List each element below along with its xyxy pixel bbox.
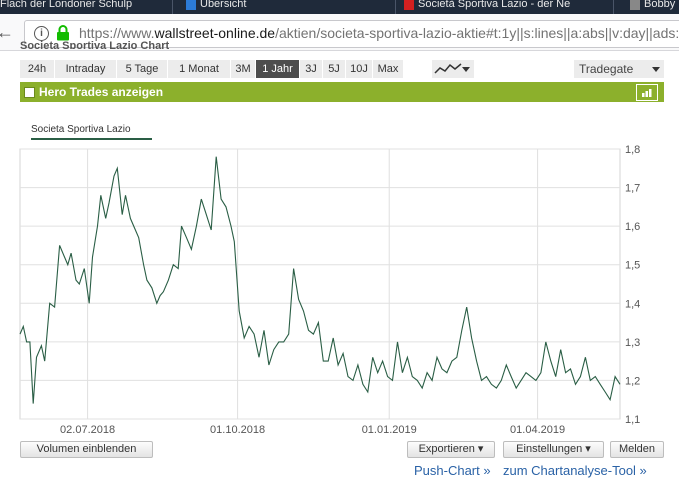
y-tick-label: 1,1	[625, 414, 640, 426]
push-chart-link[interactable]: Push-Chart »	[414, 463, 491, 478]
price-series-line	[19, 156, 621, 404]
price-chart[interactable]: 1,8 1,7 1,6 1,5 1,4 1,3 1,2 1,1 02.07.2018 01.10.…	[0, 0, 679, 501]
chart-analysis-tool-link[interactable]: zum Chartanalyse-Tool »	[503, 463, 647, 478]
plot-frame	[19, 148, 621, 420]
y-tick-label: 1,4	[625, 298, 640, 310]
y-tick-label: 1,6	[625, 221, 640, 233]
y-tick-label: 1,3	[625, 337, 640, 349]
y-tick-label: 1,5	[625, 260, 640, 272]
x-tick-label: 01.04.2019	[510, 424, 565, 436]
show-volume-button[interactable]: Volumen einblenden	[20, 441, 153, 458]
export-button[interactable]: Exportieren ▾	[407, 441, 495, 458]
y-tick-label: 1,2	[625, 375, 640, 387]
report-button[interactable]: Melden	[610, 441, 664, 458]
x-tick-label: 01.10.2018	[210, 424, 265, 436]
settings-button[interactable]: Einstellungen ▾	[503, 441, 604, 458]
x-tick-label: 02.07.2018	[60, 424, 115, 436]
y-tick-label: 1,8	[625, 144, 640, 156]
x-tick-label: 01.01.2019	[362, 424, 417, 436]
y-tick-label: 1,7	[625, 183, 640, 195]
